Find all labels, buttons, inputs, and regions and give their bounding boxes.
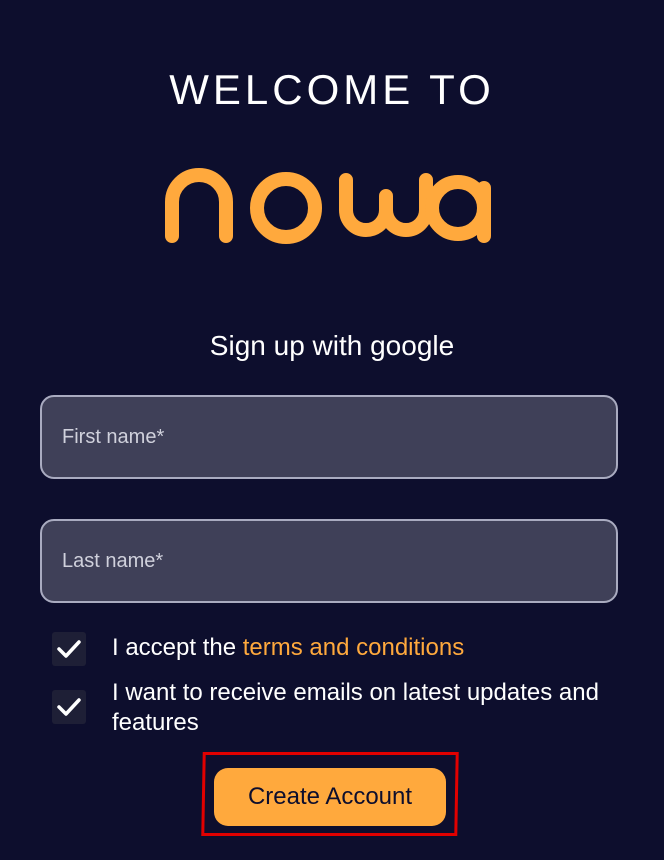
emails-checkbox[interactable]	[52, 690, 86, 724]
checkmark-icon	[57, 698, 81, 716]
terms-prefix: I accept the	[112, 634, 243, 661]
first-name-input[interactable]	[40, 395, 618, 479]
terms-row: I accept the terms and conditions	[52, 630, 632, 670]
terms-link[interactable]: terms and conditions	[243, 634, 464, 661]
sign-up-with-google[interactable]: Sign up with google	[0, 330, 664, 362]
create-account-button[interactable]: Create Account	[214, 768, 446, 826]
brand-text: nowa	[162, 168, 165, 169]
emails-row: I want to receive emails on latest updat…	[52, 678, 632, 742]
nowa-logo: nowa	[162, 168, 491, 244]
terms-label: I accept the terms and conditions	[112, 633, 464, 663]
emails-label: I want to receive emails on latest updat…	[112, 679, 599, 736]
welcome-heading: WELCOME TO	[169, 66, 495, 113]
last-name-input[interactable]	[40, 519, 618, 603]
checkmark-icon	[57, 640, 81, 658]
terms-checkbox[interactable]	[52, 632, 86, 666]
